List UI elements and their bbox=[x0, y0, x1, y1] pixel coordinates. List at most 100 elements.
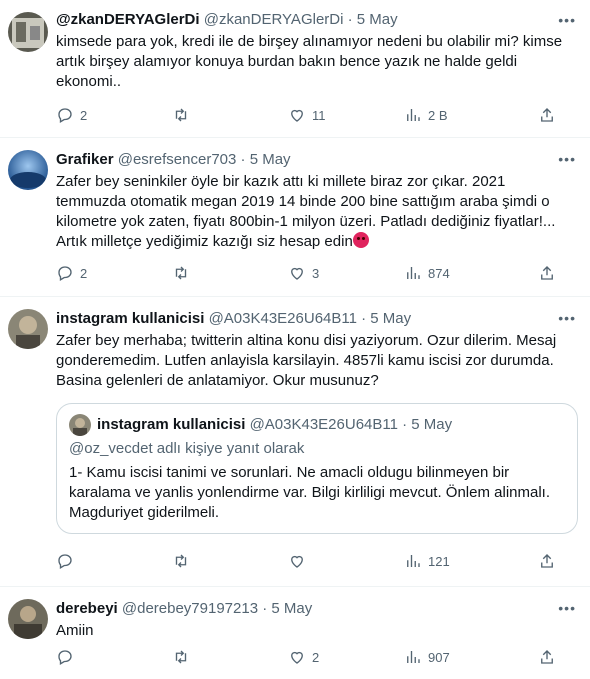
action-bar: 2 3 874 bbox=[56, 263, 578, 283]
user-handle[interactable]: @zkanDERYAGlerDi bbox=[204, 11, 344, 28]
quoted-user-handle: @A03K43E26U64B11 bbox=[249, 416, 398, 433]
views-button[interactable]: 907 bbox=[404, 648, 538, 666]
views-count: 874 bbox=[428, 265, 450, 281]
retweet-icon bbox=[175, 266, 187, 280]
tweet-text: Zafer bey merhaba; twitterin altina konu… bbox=[56, 332, 557, 389]
tweet[interactable]: @zkanDERYAGlerDi @zkanDERYAGlerDi · 5 Ma… bbox=[0, 0, 590, 138]
display-name[interactable]: Grafiker bbox=[56, 151, 114, 168]
tweet-header: @zkanDERYAGlerDi @zkanDERYAGlerDi · 5 Ma… bbox=[56, 10, 578, 30]
avatar[interactable] bbox=[8, 309, 48, 349]
reply-button[interactable] bbox=[56, 648, 172, 666]
retweet-button[interactable] bbox=[172, 264, 288, 282]
heart-icon bbox=[291, 651, 303, 664]
like-button[interactable]: 3 bbox=[288, 264, 404, 282]
display-name[interactable]: derebeyi bbox=[56, 600, 118, 617]
like-count: 3 bbox=[312, 265, 320, 281]
heart-icon bbox=[291, 267, 303, 280]
user-handle[interactable]: @esrefsencer703 bbox=[118, 151, 237, 168]
quoted-display-name: instagram kullanicisi bbox=[97, 416, 246, 433]
more-icon[interactable]: ••• bbox=[558, 12, 576, 28]
reply-context: @oz_vecdet adlı kişiye yanıt olarak bbox=[69, 440, 305, 457]
views-button[interactable]: 121 bbox=[404, 552, 538, 570]
tweet-header: instagram kullanicisi @A03K43E26U64B11 ·… bbox=[56, 309, 578, 329]
reply-icon bbox=[58, 266, 72, 281]
retweet-icon bbox=[175, 650, 187, 664]
tweet[interactable]: derebeyi @derebey79197213 · 5 May Amiin … bbox=[0, 587, 590, 679]
angry-face-emoji bbox=[352, 232, 369, 248]
avatar[interactable] bbox=[8, 599, 48, 639]
tweet-header: Grafiker @esrefsencer703 · 5 May bbox=[56, 150, 578, 170]
quoted-tweet[interactable]: instagram kullanicisi @A03K43E26U64B11 ·… bbox=[56, 403, 578, 534]
tweet-text: Amiin bbox=[56, 622, 94, 639]
retweet-button[interactable] bbox=[172, 552, 288, 570]
reply-feed: @zkanDERYAGlerDi @zkanDERYAGlerDi · 5 Ma… bbox=[0, 0, 590, 679]
reply-button[interactable]: 2 bbox=[56, 106, 172, 124]
heart-icon bbox=[291, 555, 303, 568]
heart-icon bbox=[291, 109, 303, 122]
share-button[interactable] bbox=[538, 648, 556, 666]
share-icon bbox=[541, 266, 553, 280]
tweet-text: Zafer bey seninkiler öyle bir kazık attı… bbox=[56, 172, 578, 252]
reply-icon bbox=[58, 554, 72, 569]
share-icon bbox=[541, 650, 553, 664]
separator-dot: · bbox=[402, 416, 408, 433]
share-button[interactable] bbox=[538, 106, 556, 124]
separator-dot: · bbox=[240, 151, 246, 168]
views-button[interactable]: 2 B bbox=[404, 106, 538, 124]
reply-icon bbox=[58, 108, 72, 123]
share-button[interactable] bbox=[538, 552, 556, 570]
quoted-tweet-text: 1- Kamu iscisi tanimi ve sorunlari. Ne a… bbox=[69, 464, 551, 521]
like-count: 11 bbox=[312, 107, 326, 123]
action-bar: 121 bbox=[56, 551, 578, 571]
quoted-avatar bbox=[69, 414, 91, 436]
retweet-button[interactable] bbox=[172, 106, 288, 124]
timestamp[interactable]: 5 May bbox=[357, 11, 398, 28]
reply-button[interactable]: 2 bbox=[56, 264, 172, 282]
separator-dot: · bbox=[347, 11, 353, 28]
share-button[interactable] bbox=[538, 264, 556, 282]
views-count: 907 bbox=[428, 649, 450, 665]
retweet-button[interactable] bbox=[172, 648, 288, 666]
share-icon bbox=[541, 108, 553, 122]
quoted-tweet-header: instagram kullanicisi @A03K43E26U64B11 ·… bbox=[69, 414, 565, 436]
like-count: 2 bbox=[312, 649, 320, 665]
avatar[interactable] bbox=[8, 150, 48, 190]
views-icon bbox=[407, 555, 420, 567]
timestamp[interactable]: 5 May bbox=[271, 600, 312, 617]
retweet-icon bbox=[175, 108, 187, 122]
separator-dot: · bbox=[361, 310, 367, 327]
views-icon bbox=[407, 267, 420, 279]
timestamp[interactable]: 5 May bbox=[250, 151, 291, 168]
display-name[interactable]: @zkanDERYAGlerDi bbox=[56, 11, 200, 28]
retweet-icon bbox=[175, 554, 187, 568]
views-count: 121 bbox=[428, 553, 450, 569]
like-button[interactable] bbox=[288, 552, 404, 570]
tweet[interactable]: instagram kullanicisi @A03K43E26U64B11 ·… bbox=[0, 297, 590, 587]
more-icon[interactable]: ••• bbox=[558, 310, 576, 326]
user-handle[interactable]: @A03K43E26U64B11 bbox=[209, 310, 357, 327]
more-icon[interactable]: ••• bbox=[558, 151, 576, 167]
reply-icon bbox=[58, 650, 72, 665]
separator-dot: · bbox=[262, 600, 268, 617]
tweet[interactable]: Grafiker @esrefsencer703 · 5 May Zafer b… bbox=[0, 138, 590, 297]
more-icon[interactable]: ••• bbox=[558, 600, 576, 616]
timestamp[interactable]: 5 May bbox=[370, 310, 411, 327]
action-bar: 2 11 2 B bbox=[56, 105, 578, 125]
avatar[interactable] bbox=[8, 12, 48, 52]
like-button[interactable]: 11 bbox=[288, 106, 404, 124]
like-button[interactable]: 2 bbox=[288, 648, 404, 666]
views-count: 2 B bbox=[428, 107, 448, 123]
views-button[interactable]: 874 bbox=[404, 264, 538, 282]
reply-button[interactable] bbox=[56, 552, 172, 570]
views-icon bbox=[407, 109, 420, 121]
tweet-text-body: Zafer bey seninkiler öyle bir kazık attı… bbox=[56, 173, 556, 250]
views-icon bbox=[407, 651, 420, 663]
reply-count: 2 bbox=[80, 107, 88, 123]
share-icon bbox=[541, 554, 553, 568]
display-name[interactable]: instagram kullanicisi bbox=[56, 310, 204, 327]
tweet-header: derebeyi @derebey79197213 · 5 May bbox=[56, 599, 578, 619]
reply-count: 2 bbox=[80, 265, 88, 281]
quoted-timestamp: 5 May bbox=[411, 416, 453, 433]
tweet-text: kimsede para yok, kredi ile de birşey al… bbox=[56, 33, 563, 90]
user-handle[interactable]: @derebey79197213 bbox=[122, 600, 258, 617]
